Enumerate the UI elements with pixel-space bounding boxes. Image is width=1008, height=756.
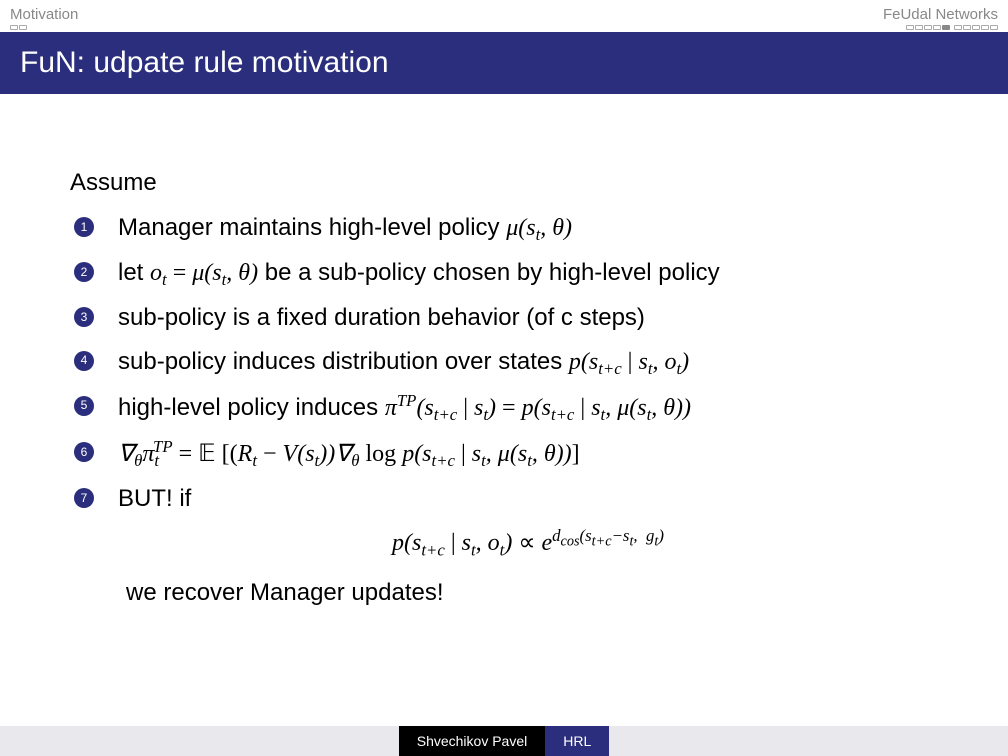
slide-header: Motivation FeUdal Networks	[0, 0, 1008, 32]
list-item: 3sub-policy is a fixed duration behavior…	[110, 299, 938, 336]
item-text: BUT! if	[118, 485, 191, 512]
nav-ticks-left	[10, 25, 78, 30]
list-item: 1Manager maintains high-level policy μ(s…	[110, 209, 938, 248]
item-text: high-level policy induces πTP(st+c | st)…	[118, 394, 691, 421]
list-item: 4sub-policy induces distribution over st…	[110, 343, 938, 382]
item-text: let ot = μ(st, θ) be a sub-policy chosen…	[118, 259, 720, 286]
item-text: sub-policy is a fixed duration behavior …	[118, 304, 645, 331]
footer-title: HRL	[545, 726, 609, 756]
bullet-number: 6	[74, 442, 94, 462]
enumerated-list: 1 Manager maintains high-level policy μ(s…	[70, 209, 938, 611]
list-item: 6∇θπtTP = 𝔼 [(Rt − V(st))∇θ log p(st+c |…	[110, 434, 938, 474]
section-left: Motivation	[10, 6, 78, 23]
item-text: ∇θπtTP = 𝔼 [(Rt − V(st))∇θ log p(st+c | …	[118, 440, 580, 467]
item-text: sub-policy induces distribution over sta…	[118, 348, 689, 375]
slide-title: FuN: udpate rule motivation	[0, 32, 1008, 94]
item-text: Manager maintains high-level policy μ(st…	[118, 214, 572, 241]
assume-label: Assume	[70, 164, 938, 201]
nav-ticks-right	[906, 25, 998, 30]
slide-body: Assume 1 Manager maintains high-level pol…	[0, 94, 1008, 611]
footer-author: Shvechikov Pavel	[399, 726, 546, 756]
bullet-number: 4	[74, 351, 94, 371]
list-item: 5high-level policy induces πTP(st+c | st…	[110, 388, 938, 428]
display-equation: p(st+c | st, ot) ∝ edcos(st+c−st, gt)	[118, 523, 938, 563]
section-right: FeUdal Networks	[883, 6, 998, 23]
list-item: 7BUT! if p(st+c | st, ot) ∝ edcos(st+c−s…	[110, 480, 938, 611]
bullet-number: 1	[74, 217, 94, 237]
list-item: 2let ot = μ(st, θ) be a sub-policy chose…	[110, 254, 938, 293]
bullet-number: 2	[74, 262, 94, 282]
bullet-number: 7	[74, 488, 94, 508]
bullet-number: 3	[74, 307, 94, 327]
closing-text: we recover Manager updates!	[118, 574, 938, 611]
bullet-number: 5	[74, 396, 94, 416]
slide-footer: Shvechikov Pavel HRL	[0, 726, 1008, 756]
